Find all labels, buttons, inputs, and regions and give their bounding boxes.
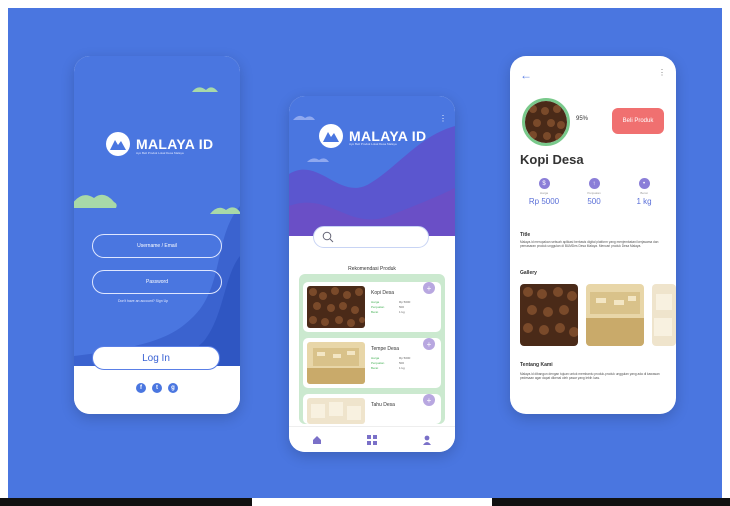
gallery-coffee-image[interactable] <box>520 284 578 346</box>
password-field[interactable]: Password <box>92 270 222 294</box>
login-logo-title: MALAYA ID <box>136 136 214 152</box>
price-icon: $ <box>538 178 550 189</box>
bottom-bar-right <box>492 498 730 506</box>
product-values: Rp 5000 500 1 kg <box>399 356 411 370</box>
login-logo-tagline: Ayo Beli Produk Lokal Desa Malaya <box>136 151 184 155</box>
product-name: Tempe Desa <box>371 346 400 352</box>
weight-icon: • <box>638 178 650 189</box>
home-menu-icon[interactable]: ⋮ <box>439 114 447 123</box>
sales-icon: ↑ <box>588 178 600 189</box>
gallery-heading: Gallery <box>520 270 537 276</box>
coffee-image <box>307 286 365 328</box>
login-button[interactable]: Log In <box>92 346 220 370</box>
product-values: Rp 5000 500 1 kg <box>399 300 411 314</box>
stat-harga: $ Harga Rp 5000 <box>524 178 564 206</box>
product-name: Kopi Desa <box>371 290 395 296</box>
stat-penjualan: ↑ Penjualan 500 <box>574 178 614 206</box>
add-tempe-button[interactable]: + <box>423 338 435 350</box>
home-header-background <box>289 96 455 246</box>
gallery-tahu-image[interactable] <box>652 284 676 346</box>
home-logo-tagline: Ayo Beli Produk Lokal Desa Malaya <box>349 142 397 146</box>
bottom-bar-left <box>0 498 252 506</box>
product-name: Tahu Desa <box>371 402 395 408</box>
buy-product-button[interactable]: Beli Produk <box>612 108 664 134</box>
twitter-icon[interactable]: t <box>152 383 162 393</box>
stat-berat: • Berat 1 kg <box>624 178 664 206</box>
home-icon[interactable] <box>312 435 322 445</box>
title-paragraph: Malaya.id merupakan sebuah aplikasi berb… <box>520 240 659 249</box>
facebook-icon[interactable]: f <box>136 383 146 393</box>
add-kopi-button[interactable]: + <box>423 282 435 294</box>
product-labels: Harga Penjualan Berat <box>371 300 385 314</box>
username-field[interactable]: Username / Email <box>92 234 222 258</box>
home-screen: MALAYA ID Ayo Beli Produk Lokal Desa Mal… <box>289 96 455 452</box>
detail-screen: ← ⋮ 95% Beli Produk Kopi Desa $ Harga Rp… <box>510 56 676 414</box>
mountain-logo-icon <box>319 124 343 148</box>
home-logo-title: MALAYA ID <box>349 128 427 144</box>
detail-menu-icon[interactable]: ⋮ <box>658 68 666 77</box>
rating-percent: 95% <box>576 116 589 122</box>
grid-icon[interactable] <box>366 434 377 445</box>
product-title: Kopi Desa <box>520 152 584 167</box>
back-arrow-icon[interactable]: ← <box>520 68 532 82</box>
mountain-logo-icon <box>106 132 130 156</box>
tahu-image <box>307 398 365 424</box>
tempe-image <box>307 342 365 384</box>
product-card-tahu[interactable]: Tahu Desa + <box>303 394 441 424</box>
login-blue-background <box>74 56 240 366</box>
title-heading: Title <box>520 232 531 238</box>
add-tahu-button[interactable]: + <box>423 394 435 406</box>
gallery-tempe-image[interactable] <box>586 284 644 346</box>
user-icon[interactable] <box>422 435 432 445</box>
product-labels: Harga Penjualan Berat <box>371 356 385 370</box>
bottom-navigation <box>289 426 455 452</box>
search-icon <box>322 231 334 243</box>
product-photo <box>522 98 570 146</box>
product-card-kopi[interactable]: Kopi Desa Harga Penjualan Berat Rp 5000 500… <box>303 282 441 332</box>
coffee-photo-image <box>525 101 567 143</box>
product-card-tempe[interactable]: Tempe Desa Harga Penjualan Berat Rp 5000 50… <box>303 338 441 388</box>
search-input[interactable] <box>313 226 429 248</box>
about-heading: Tentang Kami <box>520 362 553 368</box>
about-paragraph: Malaya.id dibangun dengan tujuan untuk m… <box>520 372 660 381</box>
signup-link[interactable]: Don't have an account? Sign Up <box>118 299 168 303</box>
recommendation-title: Rekomendasi Produk <box>348 266 396 272</box>
google-icon[interactable]: g <box>168 383 178 393</box>
